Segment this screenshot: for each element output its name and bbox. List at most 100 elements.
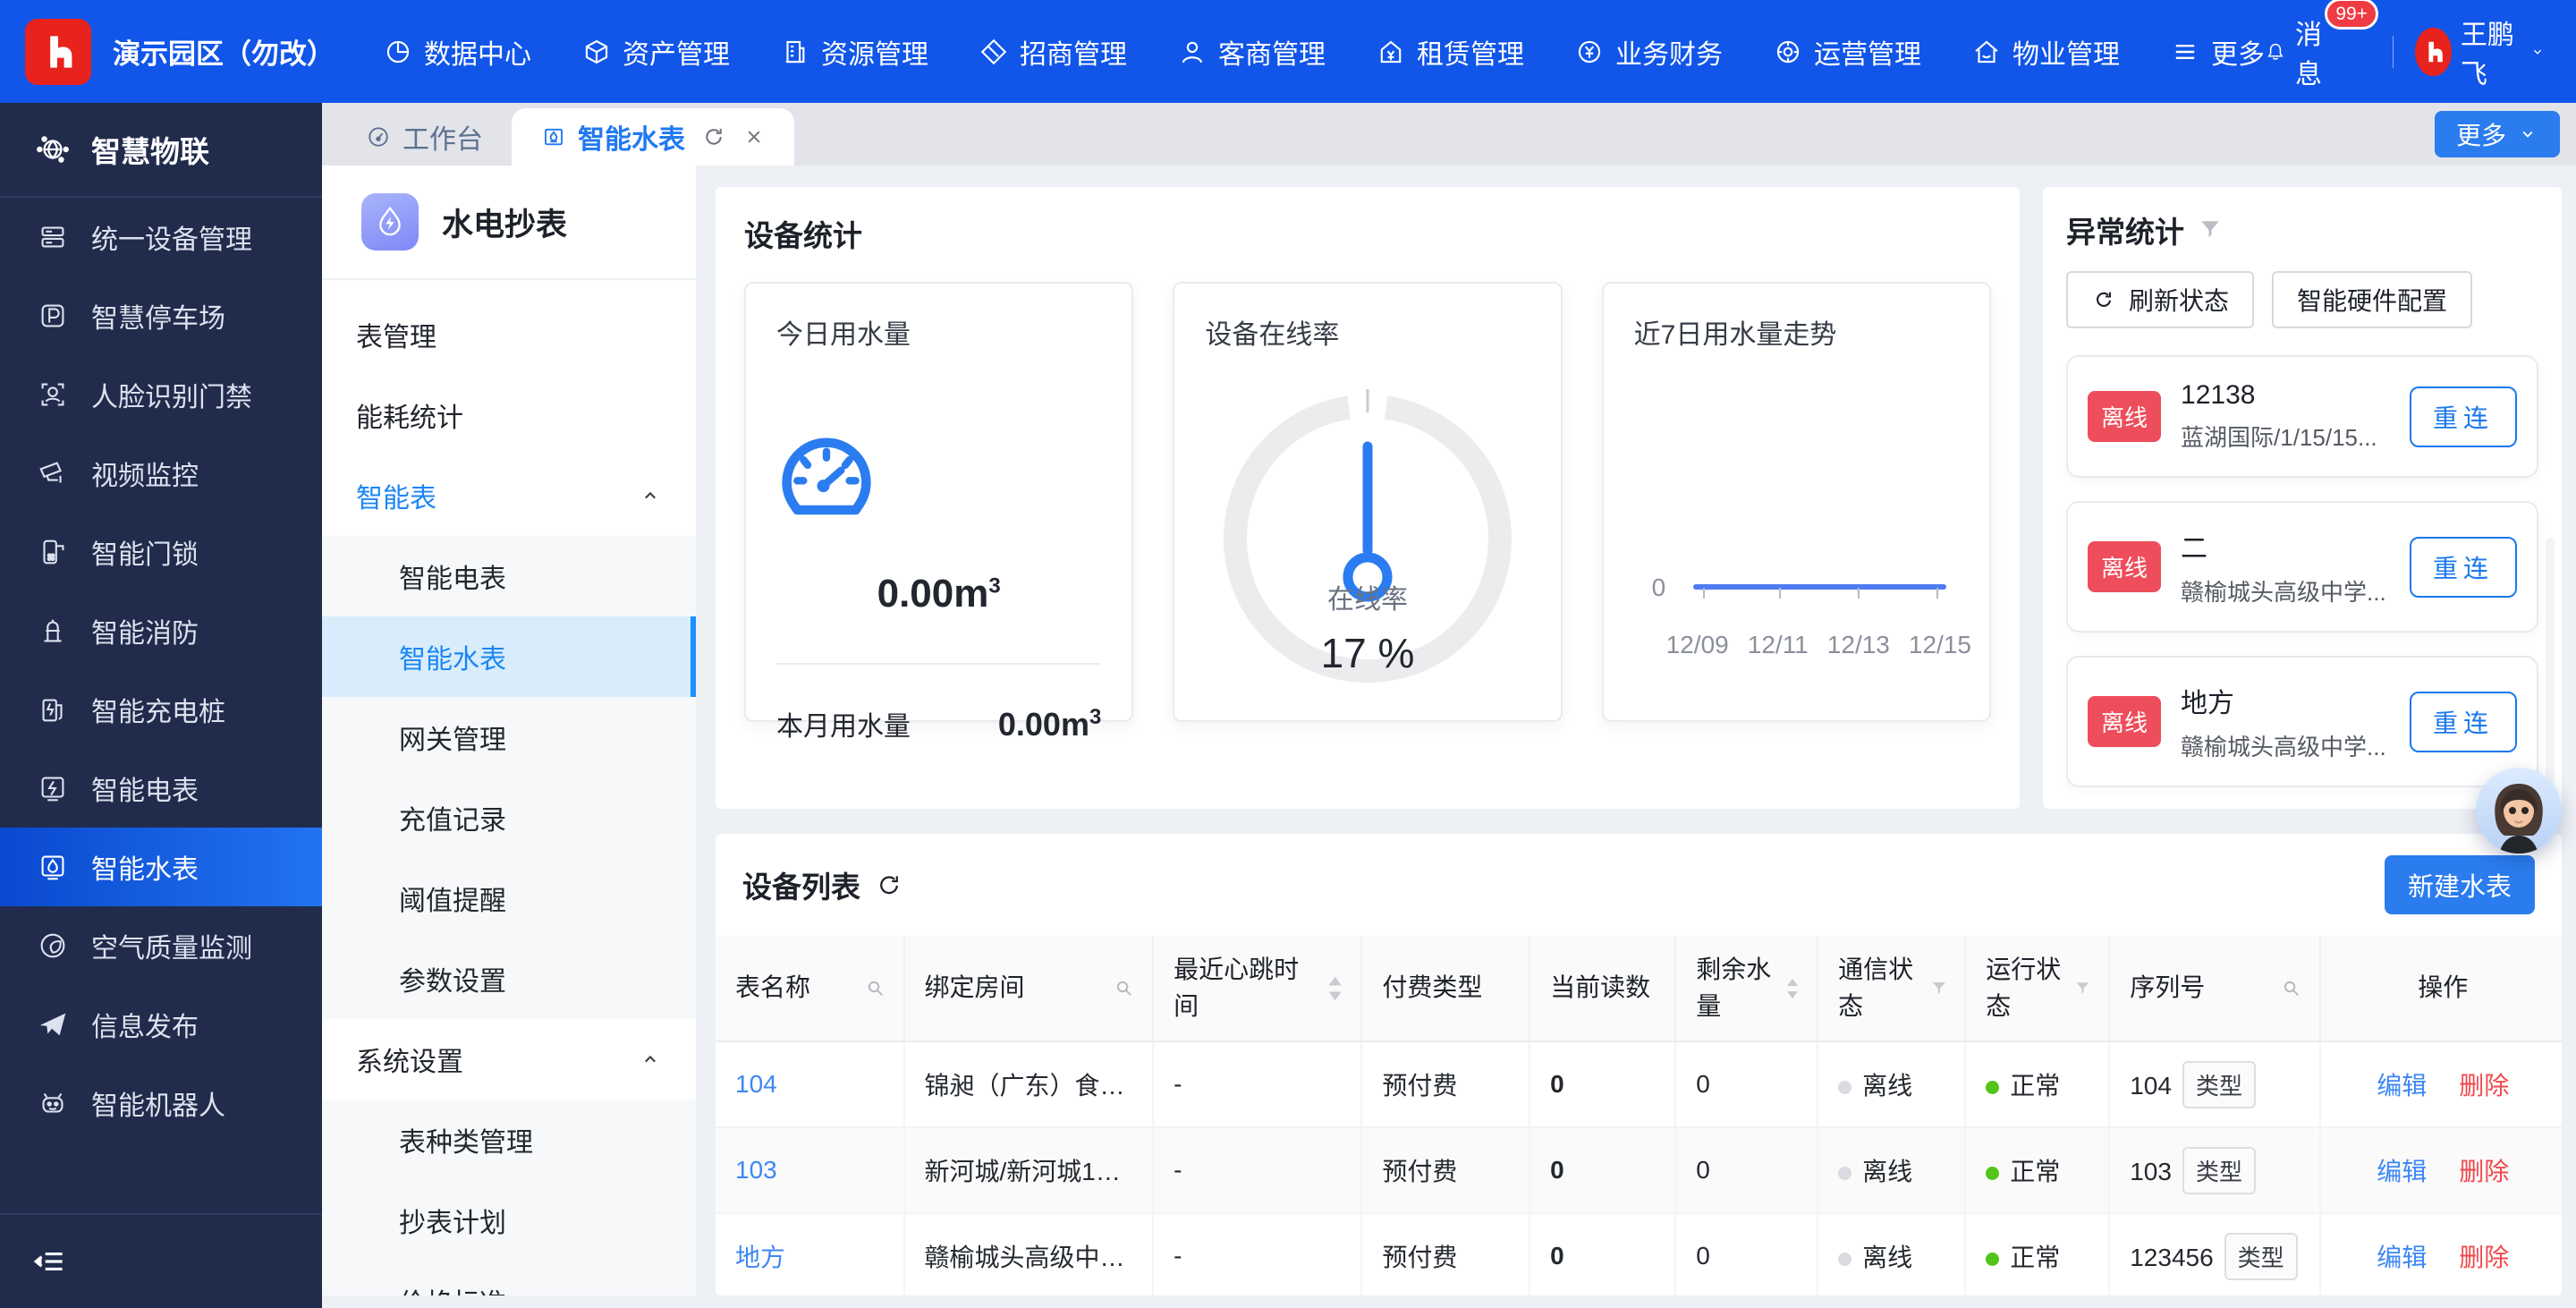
col-run-status[interactable]: 运行状态 [1965,936,2109,1041]
delete-link[interactable]: 删除 [2459,1244,2509,1271]
sidebar-item-label: 智能水表 [91,847,199,887]
tab-workbench[interactable]: 工作台 [336,108,512,166]
delete-link[interactable]: 删除 [2459,1158,2509,1185]
subnav-item-meter-type-management[interactable]: 表种类管理 [322,1100,696,1180]
subnav-item-energy-stats[interactable]: 能耗统计 [322,375,696,455]
sidebar-item-device-management[interactable]: 统一设备管理 [0,198,322,276]
nav-item-more[interactable]: 更多 [2170,32,2265,72]
edit-link[interactable]: 编辑 [2377,1072,2427,1100]
sidebar-item-robot[interactable]: 智能机器人 [0,1064,322,1142]
subnav-item-smart-electric-meter[interactable]: 智能电表 [322,536,696,616]
meter-name-link[interactable]: 103 [735,1156,777,1184]
type-tag[interactable]: 类型 [2224,1233,2298,1280]
sidebar-item-info-publish[interactable]: 信息发布 [0,985,322,1064]
sidebar-item-video-monitor[interactable]: 视频监控 [0,434,322,513]
search-icon[interactable] [2280,977,2303,1000]
reading-cell: 0 [1530,1041,1675,1127]
subnav-group-smart-meter[interactable]: 智能表 [322,455,696,536]
subnav-item-parameter-settings[interactable]: 参数设置 [322,939,696,1019]
search-icon[interactable] [1113,977,1136,1000]
filter-funnel-icon[interactable] [1929,977,1949,1000]
subnav-group-system-settings[interactable]: 系统设置 [322,1019,696,1100]
remaining-cell: 0 [1675,1041,1818,1127]
serial-cell: 103类型 [2109,1127,2319,1213]
col-serial[interactable]: 序列号 [2109,936,2319,1041]
usage-trend-card: 近7日用水量走势 0 [1602,282,1991,722]
filter-funnel-icon[interactable] [2197,217,2224,243]
sidebar-item-charging-pile[interactable]: 智能充电桩 [0,670,322,749]
refresh-status-button[interactable]: 刷新状态 [2066,271,2254,328]
subnav-list: 表管理 能耗统计 智能表 智能电表 智能水表 [322,280,696,1295]
sidebar-item-air-quality[interactable]: 空气质量监测 [0,906,322,985]
tab-smart-water-meter[interactable]: 智能水表 [512,108,794,166]
reconnect-button[interactable]: 重连 [2410,537,2517,598]
collapse-sidebar-icon[interactable] [32,1243,70,1280]
sort-icon[interactable] [1784,975,1801,1002]
subnav-item-recharge-records[interactable]: 充值记录 [322,777,696,858]
col-comm-status[interactable]: 通信状态 [1818,936,1965,1041]
nav-item-data-center[interactable]: 数据中心 [383,32,531,72]
nav-item-resource[interactable]: 资源管理 [780,32,928,72]
sidebar-item-fire-safety[interactable]: 智能消防 [0,591,322,670]
close-tab-icon[interactable] [742,125,766,149]
col-pay-type: 付费类型 [1361,936,1530,1041]
type-tag[interactable]: 类型 [2182,1061,2256,1108]
nav-item-merchant[interactable]: 客商管理 [1177,32,1326,72]
offline-dot [1838,1253,1852,1266]
sidebar-item-face-access[interactable]: 人脸识别门禁 [0,355,322,434]
refresh-tab-icon[interactable] [701,124,726,149]
nav-item-asset[interactable]: 资产管理 [581,32,730,72]
subnav-item-threshold-alert[interactable]: 阈值提醒 [322,858,696,939]
sort-icon[interactable] [1326,975,1344,1002]
col-last-heartbeat[interactable]: 最近心跳时间 [1153,936,1361,1041]
col-bound-room[interactable]: 绑定房间 [904,936,1154,1041]
abnormal-stats-panel: 异常统计 刷新状态 智能硬件配置 [2043,187,2562,809]
normal-dot [1986,1167,1999,1180]
reconnect-button[interactable]: 重连 [2410,692,2517,752]
smart-hardware-config-button[interactable]: 智能硬件配置 [2272,271,2472,328]
sidebar-item-label: 智能电表 [91,769,199,808]
edit-link[interactable]: 编辑 [2377,1158,2427,1185]
x-tick [1858,588,1860,599]
sidebar-item-electric-meter[interactable]: 智能电表 [0,749,322,828]
table-row: 104 锦昶（广东）食品科... - 预付费 0 0 离线 正常 104类型 编… [716,1041,2562,1127]
tabs-more-button[interactable]: 更多 [2435,111,2560,157]
scrollbar-track[interactable] [2546,538,2555,784]
sidebar-item-label: 智能消防 [91,611,199,650]
x-label: 12/11 [1748,631,1809,659]
org-name: 演示园区（勿改） [113,31,335,72]
nav-item-property[interactable]: 物业管理 [1971,32,2120,72]
avatar-illustration [2476,768,2562,854]
col-meter-name[interactable]: 表名称 [716,936,904,1041]
refresh-list-icon[interactable] [875,871,903,899]
nav-item-finance[interactable]: 业务财务 [1574,32,1723,72]
sidebar-item-smart-lock[interactable]: 智能门锁 [0,513,322,591]
pay-type-cell: 预付费 [1361,1127,1530,1213]
edit-link[interactable]: 编辑 [2377,1244,2427,1271]
subnav-item-smart-water-meter[interactable]: 智能水表 [322,616,696,697]
run-status-cell: 正常 [1965,1213,2109,1295]
x-label: 12/15 [1909,631,1971,659]
filter-funnel-icon[interactable] [2073,977,2092,1000]
sidebar-item-water-meter[interactable]: 智能水表 [0,828,322,906]
subnav-item-gateway[interactable]: 网关管理 [322,697,696,777]
type-tag[interactable]: 类型 [2182,1147,2256,1194]
messages-button[interactable]: 消息 99+ [2265,13,2371,91]
meter-name-link[interactable]: 104 [735,1070,777,1098]
subnav-item-reading-plan[interactable]: 抄表计划 [322,1180,696,1261]
col-remaining-water[interactable]: 剩余水量 [1675,936,1818,1041]
user-menu[interactable]: 王鹏飞 [2415,13,2546,91]
offline-device-item: 离线 12138 蓝湖国际/1/15/15... 重连 [2066,355,2538,478]
nav-item-operation[interactable]: 运营管理 [1773,32,1921,72]
delete-link[interactable]: 删除 [2459,1072,2509,1100]
sidebar-item-parking[interactable]: 智慧停车场 [0,276,322,355]
new-water-meter-button[interactable]: 新建水表 [2385,855,2535,914]
nav-item-investment[interactable]: 招商管理 [979,32,1127,72]
reconnect-button[interactable]: 重连 [2410,386,2517,447]
subnav-item-price-standard[interactable]: 价格标准 [322,1261,696,1295]
search-icon[interactable] [864,977,887,1000]
meter-name-link[interactable]: 地方 [735,1244,785,1271]
nav-item-lease[interactable]: 租赁管理 [1376,32,1524,72]
assistant-avatar[interactable] [2476,768,2562,854]
subnav-item-meter-management[interactable]: 表管理 [322,294,696,375]
